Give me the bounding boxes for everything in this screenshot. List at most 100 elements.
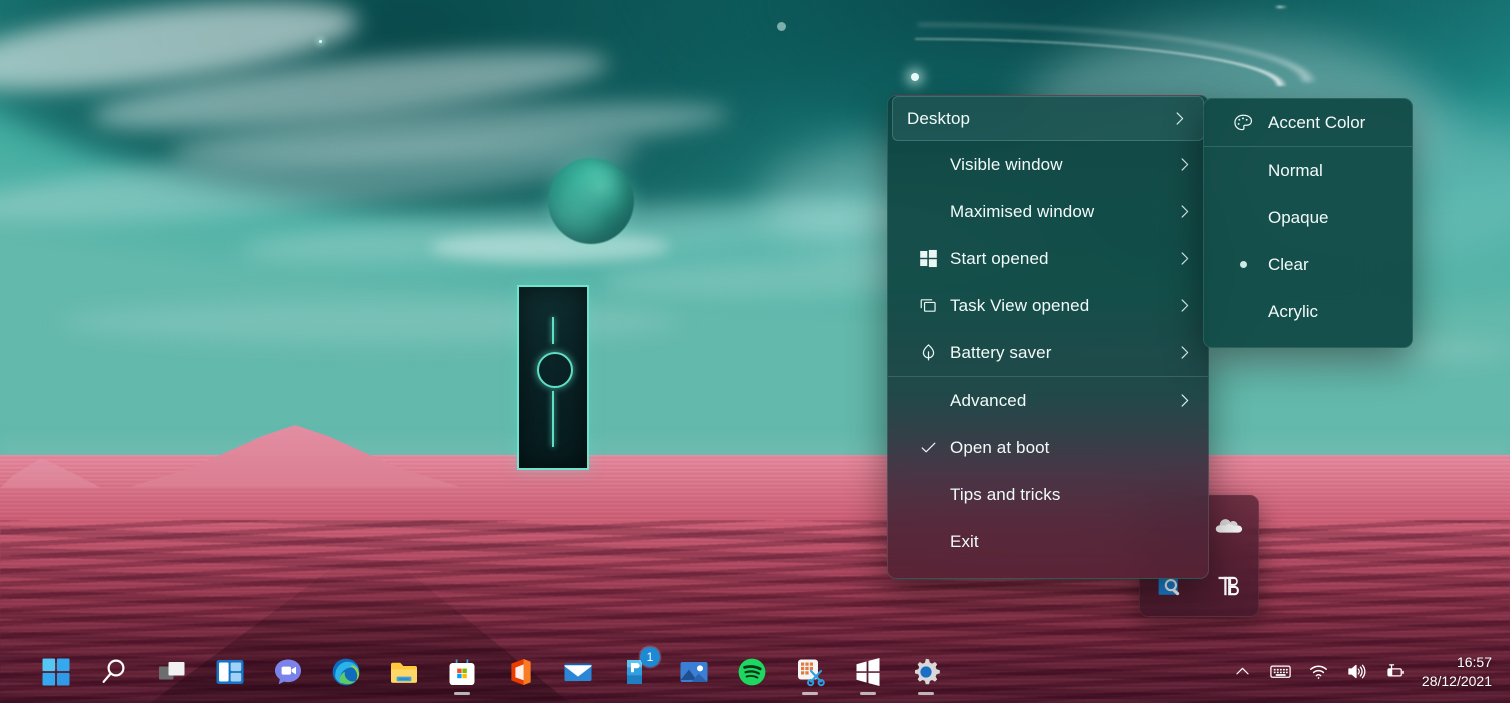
chevron-right-icon: [1172, 202, 1194, 221]
photos-icon: [680, 661, 708, 682]
menu-item-label: Advanced: [950, 390, 1027, 410]
chat-button[interactable]: [264, 648, 312, 696]
chevron-right-icon: [1167, 109, 1189, 128]
translucenttb-icon[interactable]: [1212, 569, 1246, 603]
task-view-button[interactable]: [148, 648, 196, 696]
monolith-line-bottom: [552, 391, 554, 447]
volume-button[interactable]: [1340, 652, 1374, 692]
menu-item-task-view-opened[interactable]: Task View opened: [888, 282, 1208, 329]
menu-item-label: Desktop: [907, 108, 971, 128]
clock-time: 16:57: [1456, 653, 1492, 670]
menu-item-visible-window[interactable]: Visible window: [888, 141, 1208, 188]
office-icon: [511, 658, 531, 685]
windows-start-icon: [42, 658, 70, 685]
chevron-right-icon: [1172, 249, 1194, 268]
microsoft-store-button[interactable]: [438, 648, 486, 696]
start-button[interactable]: [32, 648, 80, 696]
monolith-ring-icon: [537, 352, 573, 388]
submenu-option-label: Opaque: [1268, 207, 1329, 227]
touch-keyboard-button[interactable]: [1264, 652, 1298, 692]
menu-item-label: Tips and tricks: [950, 484, 1061, 504]
monolith-line-top: [552, 317, 554, 344]
context-menu[interactable]: Desktop Visible window Maximised window …: [887, 95, 1209, 579]
spotify-button[interactable]: [728, 648, 776, 696]
system-tray: 16:57 28/12/2021: [1226, 640, 1502, 703]
submenu-option-acrylic[interactable]: Acrylic: [1204, 288, 1412, 335]
todo-badge: 1: [640, 646, 660, 667]
file-explorer-button[interactable]: [380, 648, 428, 696]
onedrive-icon[interactable]: [1212, 509, 1246, 543]
running-indicator: [454, 691, 470, 695]
windows-app-button[interactable]: [844, 648, 892, 696]
snipping-tool-icon: [798, 659, 825, 686]
star: [777, 22, 786, 31]
running-indicator: [918, 691, 934, 695]
comet-trail: [915, 6, 1435, 86]
clock[interactable]: 16:57 28/12/2021: [1416, 653, 1502, 691]
submenu-header-label: Accent Color: [1268, 112, 1366, 132]
chevron-up-icon: [1236, 667, 1250, 675]
moon: [548, 158, 634, 244]
chevron-right-icon: [1172, 343, 1194, 362]
menu-item-maximised-window[interactable]: Maximised window: [888, 188, 1208, 235]
store-icon: [449, 659, 475, 685]
widgets-button[interactable]: [206, 648, 254, 696]
mail-button[interactable]: [554, 648, 602, 696]
menu-item-exit[interactable]: Exit: [888, 518, 1208, 565]
menu-item-desktop[interactable]: Desktop: [892, 96, 1204, 141]
menu-item-label: Maximised window: [950, 201, 1095, 221]
menu-item-open-at-boot[interactable]: Open at boot: [888, 424, 1208, 471]
menu-item-advanced[interactable]: Advanced: [888, 377, 1208, 424]
edge-button[interactable]: [322, 648, 370, 696]
chevron-right-icon: [1172, 155, 1194, 174]
network-button[interactable]: [1302, 652, 1336, 692]
battery-charging-icon: [1387, 663, 1404, 676]
edge-icon: [332, 658, 360, 685]
submenu-option-clear[interactable]: Clear: [1204, 241, 1412, 288]
chevron-right-icon: [1172, 391, 1194, 410]
submenu-desktop-appearance[interactable]: Accent Color Normal Opaque Clear Acrylic: [1203, 98, 1413, 348]
office-button[interactable]: [496, 648, 544, 696]
cloud: [430, 232, 670, 262]
keyboard-icon: [1270, 665, 1292, 678]
taskbar[interactable]: 1 16:57 28/12/2021: [0, 640, 1510, 703]
radio-selected-icon: [1218, 261, 1268, 268]
todo-button[interactable]: 1: [612, 646, 660, 696]
windows-icon: [906, 249, 950, 268]
search-icon: [102, 658, 125, 683]
menu-item-label: Battery saver: [950, 342, 1052, 362]
snipping-tool-button[interactable]: [786, 648, 834, 696]
submenu-item-accent-color[interactable]: Accent Color: [1204, 99, 1412, 146]
menu-item-battery-saver[interactable]: Battery saver: [888, 329, 1208, 376]
menu-item-label: Visible window: [950, 154, 1063, 174]
chat-icon: [275, 659, 301, 684]
palette-icon: [1218, 112, 1268, 134]
submenu-option-label: Clear: [1268, 254, 1309, 274]
battery-button[interactable]: [1378, 652, 1412, 692]
menu-item-label: Start opened: [950, 248, 1049, 268]
menu-item-tips-and-tricks[interactable]: Tips and tricks: [888, 471, 1208, 518]
gear-icon: [915, 658, 940, 684]
widgets-icon: [216, 659, 244, 684]
settings-button[interactable]: [902, 648, 950, 696]
running-indicator: [860, 691, 876, 695]
menu-item-label: Open at boot: [950, 437, 1050, 457]
menu-item-start-opened[interactable]: Start opened: [888, 235, 1208, 282]
search-button[interactable]: [90, 648, 138, 696]
show-hidden-icons-button[interactable]: [1226, 652, 1260, 692]
submenu-option-label: Normal: [1268, 160, 1323, 180]
task-view-icon: [159, 661, 185, 679]
submenu-option-opaque[interactable]: Opaque: [1204, 194, 1412, 241]
submenu-option-label: Acrylic: [1268, 301, 1319, 321]
running-indicator: [802, 691, 818, 695]
photos-button[interactable]: [670, 648, 718, 696]
menu-item-label: Exit: [950, 531, 979, 551]
submenu-option-normal[interactable]: Normal: [1204, 147, 1412, 194]
menu-item-label: Task View opened: [950, 295, 1090, 315]
chevron-right-icon: [1172, 296, 1194, 315]
monolith-object: [517, 285, 589, 470]
spotify-icon: [738, 658, 766, 685]
volume-icon: [1348, 664, 1366, 679]
star: [319, 40, 322, 43]
taskview-icon: [906, 295, 950, 316]
